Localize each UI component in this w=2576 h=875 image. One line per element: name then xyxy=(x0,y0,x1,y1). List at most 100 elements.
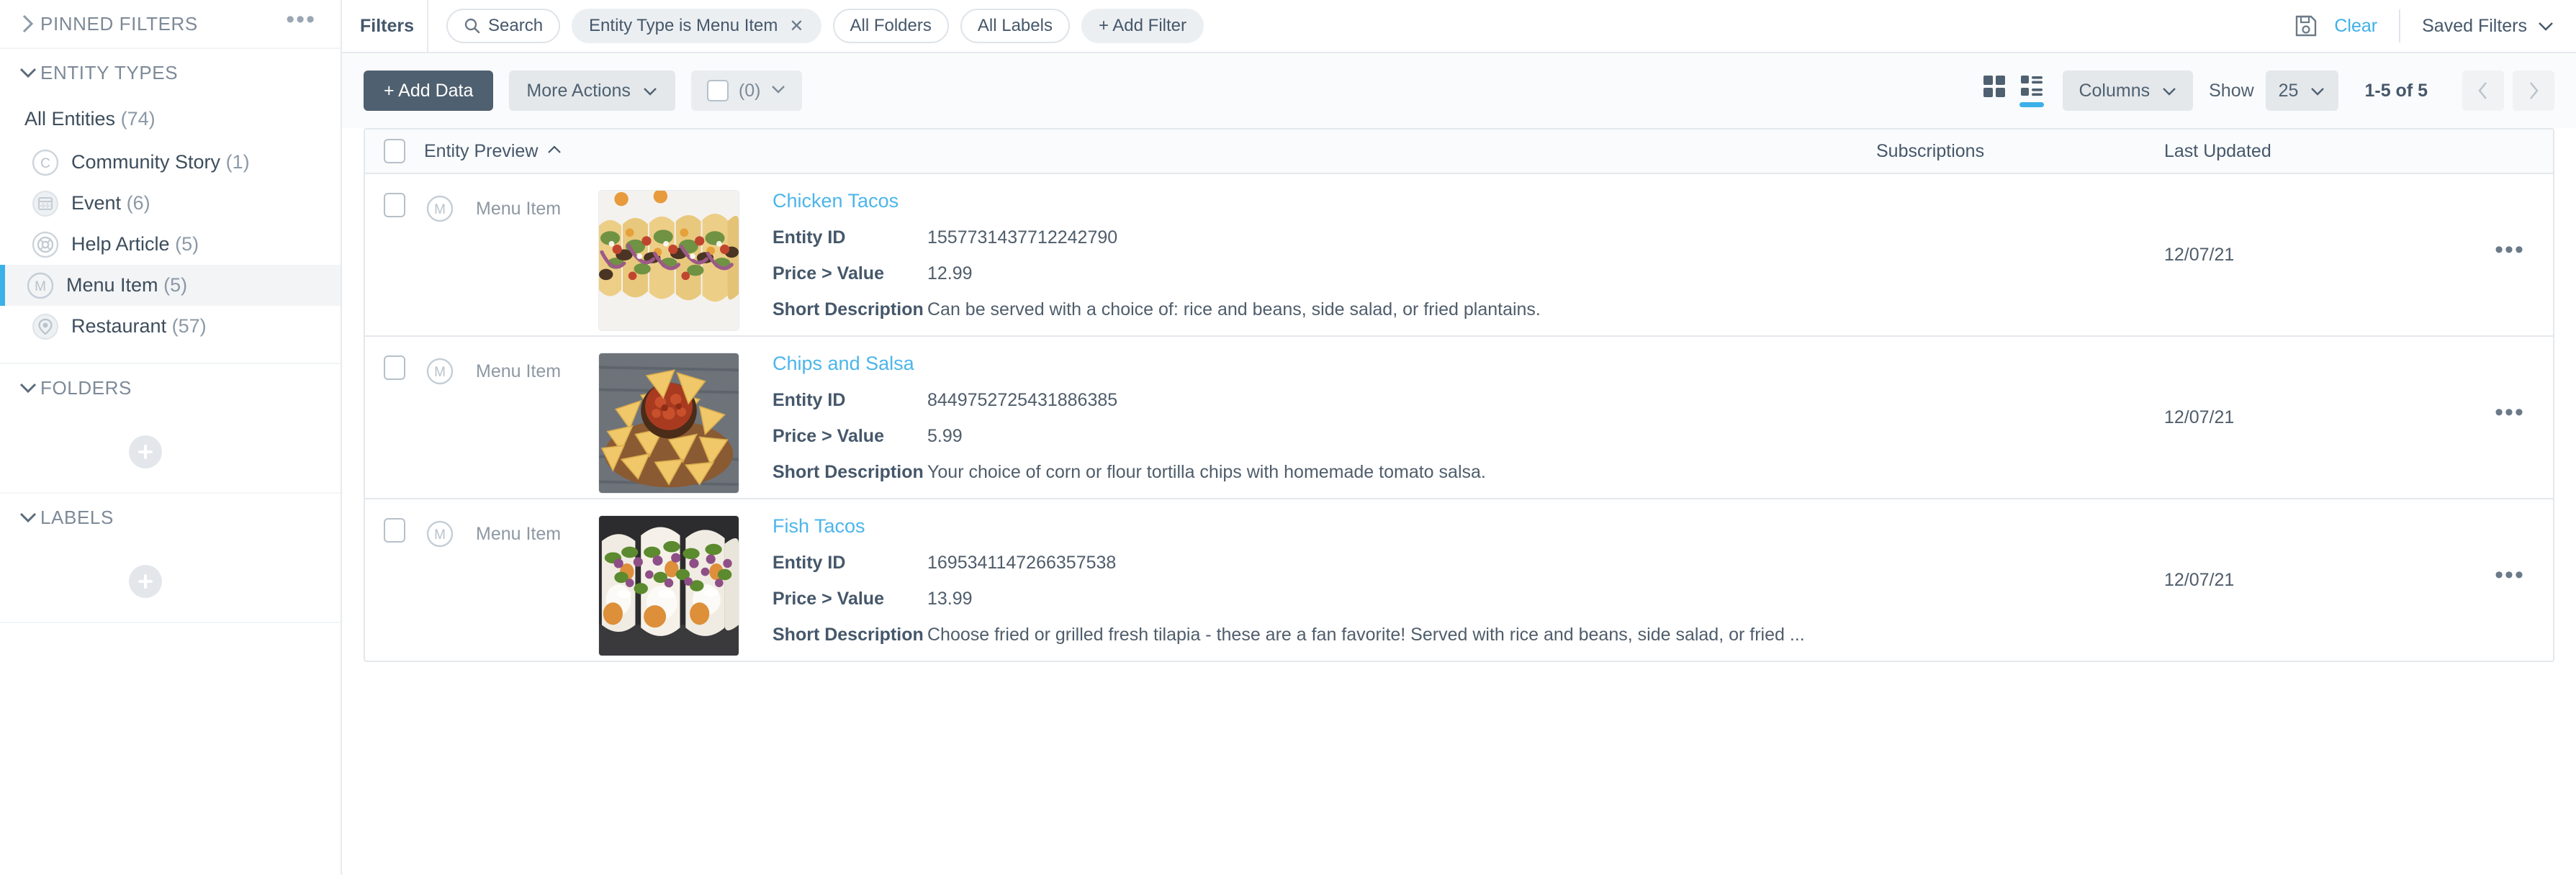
row-thumbnail[interactable] xyxy=(598,515,739,656)
chevron-down-icon[interactable] xyxy=(16,65,40,80)
list-view-icon[interactable] xyxy=(2019,74,2045,107)
next-page-button[interactable] xyxy=(2513,71,2554,111)
entity-table: Entity Preview Subscriptions Last Update… xyxy=(364,128,2554,662)
row-thumbnail[interactable] xyxy=(598,353,739,494)
field-entity-id: Entity ID 1557731437712242790 xyxy=(773,227,1876,248)
row-menu-icon[interactable]: ••• xyxy=(2495,563,2525,589)
selection-dropdown[interactable]: (0) xyxy=(690,71,803,111)
sidebar-item-label: Restaurant (57) xyxy=(71,315,207,337)
row-menu-icon[interactable]: ••• xyxy=(2495,237,2525,264)
page-size-dropdown[interactable]: 25 xyxy=(2265,71,2339,111)
field-value: Can be served with a choice of: rice and… xyxy=(927,299,1541,319)
search-filter-chip[interactable]: Search xyxy=(446,9,561,43)
folders-header[interactable]: FOLDERS xyxy=(0,364,341,412)
header-checkbox-cell xyxy=(365,139,424,163)
grid-view-icon[interactable] xyxy=(1982,74,2007,107)
add-filter-label: + Add Filter xyxy=(1098,16,1186,35)
menu-item-icon: M xyxy=(424,355,456,387)
entity-type-all-entities[interactable]: All Entities (74) xyxy=(0,99,341,142)
entity-types-header[interactable]: ENTITY TYPES xyxy=(0,49,341,96)
field-value: Your choice of corn or flour tortilla ch… xyxy=(927,462,1486,482)
header-entity-preview[interactable]: Entity Preview xyxy=(424,141,1876,162)
field-label: Entity ID xyxy=(773,390,846,410)
row-entity-type-label: Menu Item xyxy=(476,523,562,544)
add-data-button[interactable]: + Add Data xyxy=(364,71,494,111)
entity-name-link[interactable]: Chicken Tacos xyxy=(773,190,899,212)
more-actions-button[interactable]: More Actions xyxy=(509,71,675,111)
row-checkbox-cell xyxy=(365,499,424,661)
field-short-description: Short Description Your choice of corn or… xyxy=(773,462,1876,483)
clear-filters-link[interactable]: Clear xyxy=(2334,16,2399,37)
field-price-value: Price > Value 13.99 xyxy=(773,589,1876,609)
row-subscriptions xyxy=(1876,337,2164,498)
entity-name-link[interactable]: Chips and Salsa xyxy=(773,353,914,375)
table-row[interactable]: M Menu Item xyxy=(365,499,2553,661)
chevron-right-icon[interactable] xyxy=(16,13,40,35)
sidebar-item-event[interactable]: Event (6) xyxy=(0,183,341,224)
sidebar-filler xyxy=(0,623,341,875)
sidebar-item-restaurant[interactable]: Restaurant (57) xyxy=(0,306,341,347)
labels-header[interactable]: LABELS xyxy=(0,494,341,541)
columns-dropdown[interactable]: Columns xyxy=(2063,71,2194,111)
toolbar-right: Columns Show 25 1-5 of 5 xyxy=(1982,71,2554,111)
all-labels-chip-label: All Labels xyxy=(977,16,1053,35)
header-last-updated: Last Updated xyxy=(2164,140,2271,161)
entity-type-filter-chip[interactable]: Entity Type is Menu Item ✕ xyxy=(572,9,821,43)
row-select-checkbox[interactable] xyxy=(384,518,405,543)
entity-types-title: ENTITY TYPES xyxy=(40,61,179,83)
saved-filters-dropdown[interactable]: Saved Filters xyxy=(2400,16,2554,37)
selected-count: (0) xyxy=(738,80,761,101)
sidebar-item-menu-item[interactable]: M Menu Item (5) xyxy=(0,265,341,306)
show-label: Show xyxy=(2209,80,2254,101)
field-short-description: Short Description Can be served with a c… xyxy=(773,299,1876,320)
folders-title: FOLDERS xyxy=(40,376,132,399)
sidebar-item-label: Community Story (1) xyxy=(71,151,250,173)
close-icon[interactable]: ✕ xyxy=(789,16,803,37)
row-select-checkbox[interactable] xyxy=(384,193,405,217)
row-entity-preview: M Menu Item xyxy=(424,174,1876,335)
row-subscriptions xyxy=(1876,499,2164,661)
table-row[interactable]: M Menu Item xyxy=(365,174,2553,337)
add-label-button[interactable] xyxy=(128,565,162,598)
field-entity-id: Entity ID 1695341147266357538 xyxy=(773,553,1876,573)
row-last-updated: 12/07/21 xyxy=(2164,407,2235,427)
sidebar-item-label: Help Article (5) xyxy=(71,233,199,255)
row-select-checkbox[interactable] xyxy=(384,355,405,380)
chicken-tacos-photo xyxy=(599,191,739,330)
field-label: Price > Value xyxy=(773,589,884,609)
add-folder-button[interactable] xyxy=(128,435,162,468)
all-folders-filter-chip[interactable]: All Folders xyxy=(832,9,949,43)
fish-tacos-photo xyxy=(599,516,739,656)
field-label: Short Description xyxy=(773,462,924,482)
entity-name-link[interactable]: Fish Tacos xyxy=(773,515,865,538)
svg-text:M: M xyxy=(434,202,446,217)
add-filter-button[interactable]: + Add Filter xyxy=(1081,9,1204,43)
select-all-checkbox[interactable] xyxy=(706,80,729,101)
previous-page-button[interactable] xyxy=(2462,71,2504,111)
svg-text:M: M xyxy=(434,365,446,380)
sidebar-item-help-article[interactable]: Help Article (5) xyxy=(0,224,341,265)
chevron-down-icon xyxy=(642,81,658,101)
chevron-down-icon[interactable] xyxy=(16,510,40,525)
pinned-filters-menu-icon[interactable]: ••• xyxy=(286,7,316,32)
row-menu-icon[interactable]: ••• xyxy=(2495,400,2525,427)
save-icon[interactable] xyxy=(2278,14,2334,38)
row-thumbnail[interactable] xyxy=(598,190,739,331)
select-all-rows-checkbox[interactable] xyxy=(384,139,405,163)
main-content: Filters Search Entity Type is Menu Item … xyxy=(342,0,2576,875)
field-price-value: Price > Value 12.99 xyxy=(773,263,1876,284)
table-row[interactable]: M Menu Item xyxy=(365,337,2553,499)
all-entities-count: (74) xyxy=(120,108,156,130)
all-labels-filter-chip[interactable]: All Labels xyxy=(960,9,1070,43)
row-subscriptions xyxy=(1876,174,2164,335)
row-fields: Chicken Tacos Entity ID 1557731437712242… xyxy=(748,190,1876,335)
pinned-filters-section: PINNED FILTERS ••• xyxy=(0,0,341,49)
sidebar-item-community-story[interactable]: C Community Story (1) xyxy=(0,142,341,183)
table-header-row: Entity Preview Subscriptions Last Update… xyxy=(365,130,2553,174)
field-value: 12.99 xyxy=(927,263,973,284)
chevron-down-icon[interactable] xyxy=(16,381,40,395)
filter-chips: Search Entity Type is Menu Item ✕ All Fo… xyxy=(428,9,1204,43)
pinned-filters-header[interactable]: PINNED FILTERS ••• xyxy=(0,0,341,47)
row-checkbox-cell xyxy=(365,174,424,335)
header-subscriptions: Subscriptions xyxy=(1876,140,1985,161)
